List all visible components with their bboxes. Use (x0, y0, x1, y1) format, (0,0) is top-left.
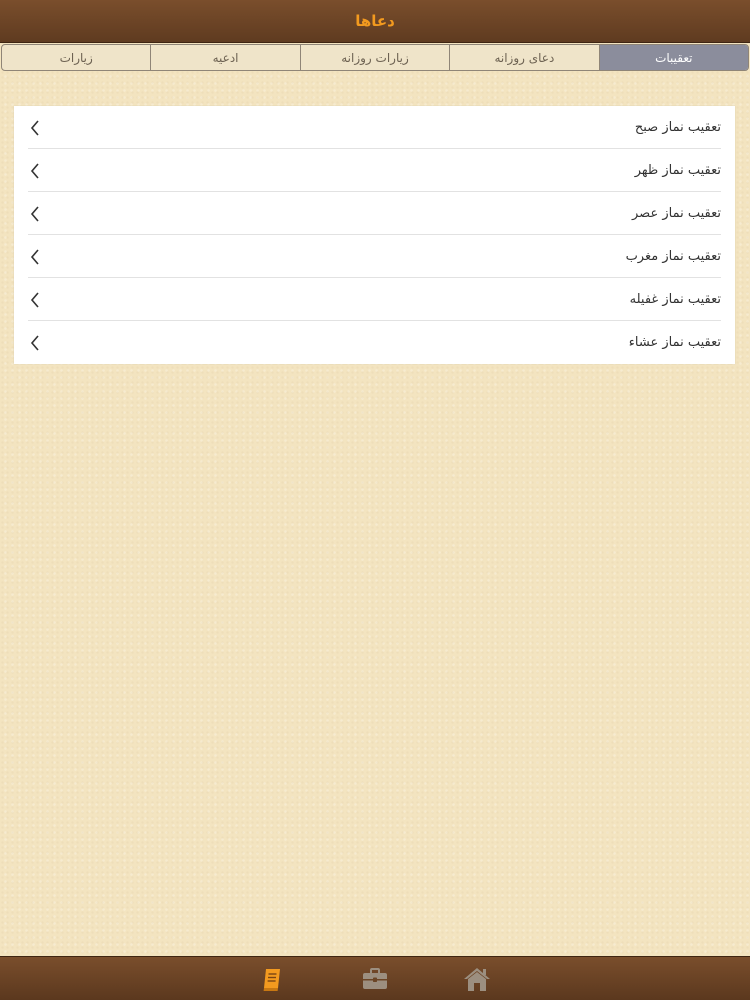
tab-label: ادعیه (212, 50, 239, 65)
list-item-label: تعقیب نماز عصر (632, 206, 721, 221)
chevron-left-icon (28, 334, 42, 352)
tab-taqibat[interactable]: تعقیبات (598, 45, 748, 70)
tab-daily-ziyarat[interactable]: زیارات روزانه (299, 45, 449, 70)
prayer-list: تعقیب نماز صبح تعقیب نماز ظهر تعقیب نماز… (14, 106, 735, 364)
chevron-left-icon (28, 119, 42, 137)
segmented-tab-control: تعقیبات دعای روزانه زیارات روزانه ادعیه … (1, 44, 749, 71)
briefcase-icon (363, 968, 387, 989)
tab-adiyeh[interactable]: ادعیه (150, 45, 299, 70)
list-item[interactable]: تعقیب نماز عشاء (14, 321, 735, 364)
title-bar: دعاها (0, 0, 750, 42)
book-icon (263, 969, 280, 991)
list-item[interactable]: تعقیب نماز مغرب (14, 235, 735, 278)
tab-ziyarat[interactable]: زیارات (2, 45, 150, 70)
chevron-left-icon (28, 205, 42, 223)
chevron-left-icon (28, 162, 42, 180)
tab-label: زیارات (59, 50, 93, 65)
tab-label: دعای روزانه (494, 50, 555, 65)
bottom-tab-home[interactable] (462, 964, 492, 994)
chevron-left-icon (28, 248, 42, 266)
tab-label: تعقیبات (655, 50, 693, 65)
list-item-label: تعقیب نماز عشاء (628, 335, 721, 350)
list-item-label: تعقیب نماز ظهر (634, 163, 721, 178)
bottom-tab-bar (0, 957, 750, 1000)
list-item-label: تعقیب نماز صبح (634, 120, 721, 135)
list-item[interactable]: تعقیب نماز غفیله (14, 278, 735, 321)
tab-daily-dua[interactable]: دعای روزانه (449, 45, 598, 70)
page-title: دعاها (355, 12, 395, 30)
list-item[interactable]: تعقیب نماز عصر (14, 192, 735, 235)
list-item-label: تعقیب نماز مغرب (625, 249, 721, 264)
bottom-tab-briefcase[interactable] (360, 964, 390, 994)
list-item-label: تعقیب نماز غفیله (629, 292, 721, 307)
home-icon (464, 968, 490, 991)
chevron-left-icon (28, 291, 42, 309)
tab-label: زیارات روزانه (341, 50, 409, 65)
bottom-tab-book[interactable] (257, 964, 287, 994)
list-item[interactable]: تعقیب نماز صبح (14, 106, 735, 149)
list-item[interactable]: تعقیب نماز ظهر (14, 149, 735, 192)
